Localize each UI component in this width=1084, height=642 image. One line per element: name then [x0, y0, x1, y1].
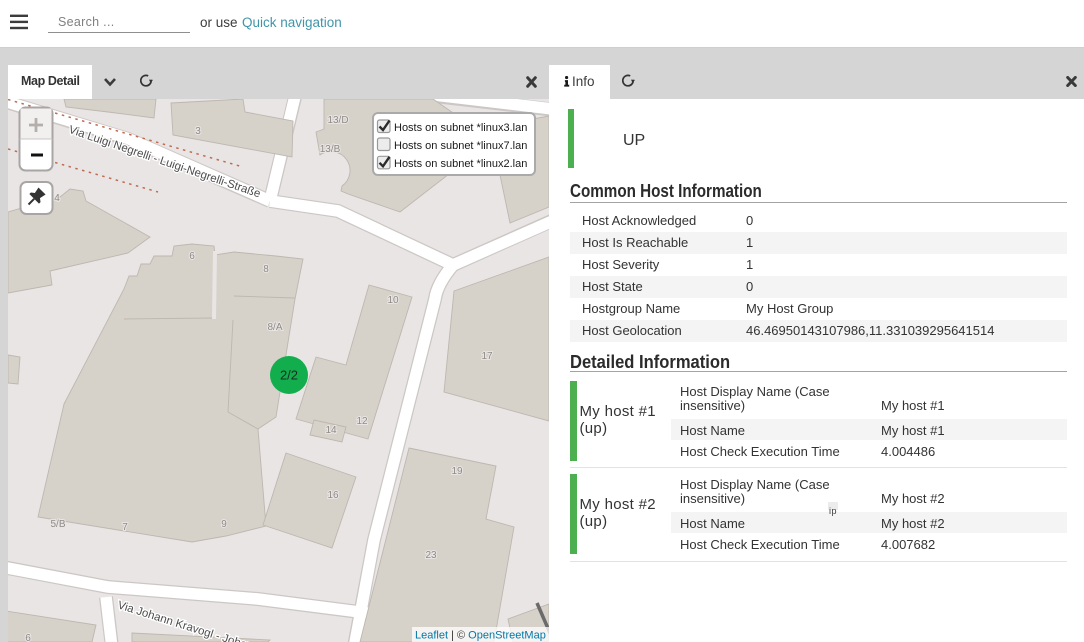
svg-text:14: 14 [325, 425, 337, 436]
svg-text:16: 16 [327, 490, 339, 501]
svg-text:19: 19 [451, 466, 463, 477]
svg-text:9: 9 [221, 519, 227, 530]
svg-text:8/A: 8/A [267, 322, 282, 333]
svg-text:8: 8 [263, 264, 269, 275]
svg-text:13/D: 13/D [327, 115, 348, 126]
svg-text:Hosts on subnet *linux2.lan: Hosts on subnet *linux2.lan [394, 158, 527, 170]
svg-text:10: 10 [387, 295, 399, 306]
svg-text:Leaflet | © OpenStreetMap: Leaflet | © OpenStreetMap [415, 630, 546, 642]
svg-text:17: 17 [481, 351, 493, 362]
svg-text:7: 7 [122, 522, 128, 533]
svg-text:Hosts on subnet *linux7.lan: Hosts on subnet *linux7.lan [394, 140, 527, 152]
svg-text:3: 3 [195, 126, 201, 137]
svg-text:12: 12 [356, 416, 368, 427]
svg-text:4: 4 [54, 193, 60, 204]
svg-text:13/B: 13/B [320, 144, 341, 155]
svg-text:23: 23 [425, 550, 437, 561]
svg-text:5/B: 5/B [50, 519, 65, 530]
svg-text:Hosts on subnet *linux3.lan: Hosts on subnet *linux3.lan [394, 122, 527, 134]
svg-text:2/2: 2/2 [280, 368, 298, 383]
svg-text:6: 6 [25, 633, 31, 642]
svg-text:6: 6 [189, 251, 195, 262]
